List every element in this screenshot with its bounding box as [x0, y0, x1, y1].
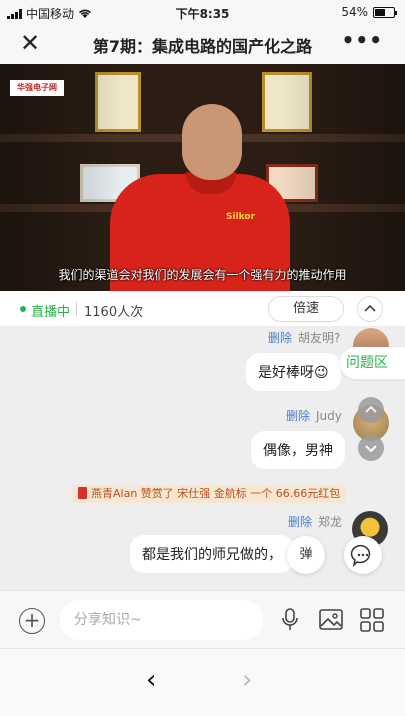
page-title: 第7期：集成电路的国产化之路	[92, 37, 313, 56]
forward-icon[interactable]: ›	[242, 667, 252, 693]
image-icon[interactable]	[318, 607, 344, 633]
scroll-down-button[interactable]	[358, 435, 384, 461]
add-icon[interactable]: +	[19, 608, 45, 634]
username: 郑龙	[318, 515, 343, 529]
live-info-bar: 直播中 1160人次 倍速	[0, 291, 405, 327]
microphone-icon[interactable]	[279, 607, 301, 633]
chevron-up-icon	[365, 405, 377, 413]
battery-percent: 54%	[341, 5, 368, 19]
playback-speed-button[interactable]: 倍速	[268, 296, 344, 322]
delete-link[interactable]: 删除	[286, 409, 310, 423]
delete-link[interactable]: 删除	[288, 515, 312, 529]
app-screen: 中国移动 下午8:35 54% ✕ 第7期：集成电路的国产化之路 ••• Sil…	[0, 0, 405, 716]
chat-bubble: 偶像，男神	[251, 431, 345, 469]
message-meta: 删除 Judy	[286, 407, 342, 424]
username: 胡友明?	[298, 331, 341, 345]
close-icon[interactable]: ✕	[20, 30, 40, 56]
viewer-count: 1160人次	[84, 305, 144, 320]
username: Judy	[316, 409, 342, 423]
presenter-head	[182, 104, 242, 180]
delete-link[interactable]: 删除	[268, 331, 292, 345]
chat-bubble-icon	[350, 544, 371, 568]
scroll-up-button[interactable]	[358, 397, 384, 423]
video-player[interactable]: Silkor 华强电子网 我们的渠道会对我们的发展会有一个强有力的推动作用	[0, 64, 405, 291]
browser-toolbar: ‹ ›	[0, 648, 405, 716]
avatar[interactable]	[353, 328, 389, 348]
collapse-button[interactable]	[357, 296, 383, 322]
danmaku-label: 弹	[299, 547, 313, 562]
chat-area[interactable]: 删除 胡友明? 是好棒呀😉 问题区 删除 Judy 偶像，男神 燕青Alan 赞赏了…	[0, 327, 405, 590]
shirt-logo: Silkor	[226, 212, 256, 222]
more-options-icon[interactable]: •••	[342, 28, 383, 52]
gift-text: 燕青Alan 赞赏了 宋仕强 金航标 一个 66.66元红包	[91, 487, 341, 500]
divider	[76, 302, 77, 316]
qa-tab[interactable]: 问题区	[340, 347, 405, 379]
message-meta: 删除 郑龙	[288, 513, 342, 530]
navigation-bar: ✕ 第7期：集成电路的国产化之路 •••	[0, 24, 405, 64]
chat-bubble: 都是我们的师兄做的，	[130, 535, 294, 573]
input-bar: +	[0, 590, 405, 648]
status-bar: 中国移动 下午8:35 54%	[0, 0, 405, 24]
danmaku-toggle-button[interactable]: 弹	[287, 536, 325, 574]
chat-bubble: 是好棒呀😉	[246, 353, 341, 391]
comment-button[interactable]	[344, 536, 382, 574]
back-icon[interactable]: ‹	[146, 667, 156, 693]
chevron-up-icon	[364, 304, 376, 312]
battery-icon	[373, 6, 397, 18]
live-status: 直播中	[31, 305, 71, 320]
message-meta: 删除 胡友明?	[268, 329, 340, 346]
live-dot-icon	[20, 306, 26, 312]
red-envelope-icon	[78, 487, 87, 499]
share-input[interactable]	[60, 600, 263, 640]
brand-logo: 华强电子网	[10, 80, 64, 96]
video-subtitle: 我们的渠道会对我们的发展会有一个强有力的推动作用	[58, 268, 347, 282]
gift-notice: 燕青Alan 赞赏了 宋仕强 金航标 一个 66.66元红包	[72, 485, 347, 503]
apps-grid-icon[interactable]	[359, 607, 385, 633]
chevron-down-icon	[365, 445, 377, 453]
